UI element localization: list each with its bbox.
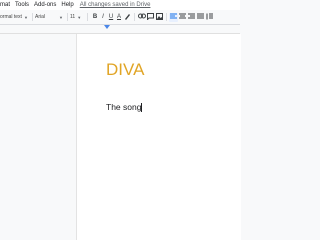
highlight-icon[interactable]: [123, 13, 132, 22]
toolbar-divider: [87, 13, 88, 21]
italic-button[interactable]: I: [99, 14, 107, 20]
font-size-value: 11: [70, 14, 76, 20]
link-icon[interactable]: [137, 13, 146, 21]
toolbar-divider: [67, 13, 68, 21]
save-status-link[interactable]: All changes saved in Drive: [80, 2, 151, 8]
toolbar-divider: [166, 13, 167, 21]
toolbar-divider: [32, 13, 33, 21]
toolbar: ormal text ▼ Arial ▼ 11 ▼ B I U A: [0, 10, 240, 25]
menu-add-ons[interactable]: Add-ons: [34, 2, 56, 8]
comment-icon[interactable]: [146, 12, 155, 22]
font-value: Arial: [35, 14, 46, 20]
bold-button[interactable]: B: [91, 14, 99, 20]
ruler: [0, 25, 240, 34]
chevron-down-icon: ▼: [77, 14, 82, 20]
font-dropdown[interactable]: Arial ▼: [35, 14, 65, 20]
menu-format[interactable]: mat: [0, 2, 10, 8]
body-line: The song: [106, 102, 142, 112]
text-cursor: [141, 103, 143, 113]
chevron-down-icon: ▼: [23, 14, 28, 20]
text-color-button[interactable]: A: [115, 14, 123, 20]
style-dropdown[interactable]: ormal text ▼: [0, 14, 30, 20]
menu-bar: mat Tools Add-ons Help All changes saved…: [0, 0, 240, 10]
chevron-down-icon: ▼: [59, 14, 63, 20]
align-left-icon[interactable]: [169, 12, 178, 22]
document-page[interactable]: [76, 34, 241, 240]
menu-help[interactable]: Help: [61, 2, 73, 8]
style-value: ormal text: [0, 14, 22, 20]
document-body-text[interactable]: The song: [106, 102, 143, 113]
document-heading[interactable]: DIVA: [106, 60, 144, 80]
align-right-icon[interactable]: [187, 13, 196, 22]
underline-button[interactable]: U: [107, 14, 115, 20]
indent-marker-icon[interactable]: [104, 25, 110, 29]
align-center-icon[interactable]: [178, 13, 187, 22]
align-justify-icon[interactable]: [196, 13, 205, 22]
font-size-dropdown[interactable]: 11 ▼: [70, 14, 84, 20]
menu-tools[interactable]: Tools: [15, 2, 29, 8]
image-icon[interactable]: [155, 12, 164, 22]
line-spacing-icon[interactable]: [205, 13, 214, 22]
toolbar-divider: [134, 13, 135, 21]
